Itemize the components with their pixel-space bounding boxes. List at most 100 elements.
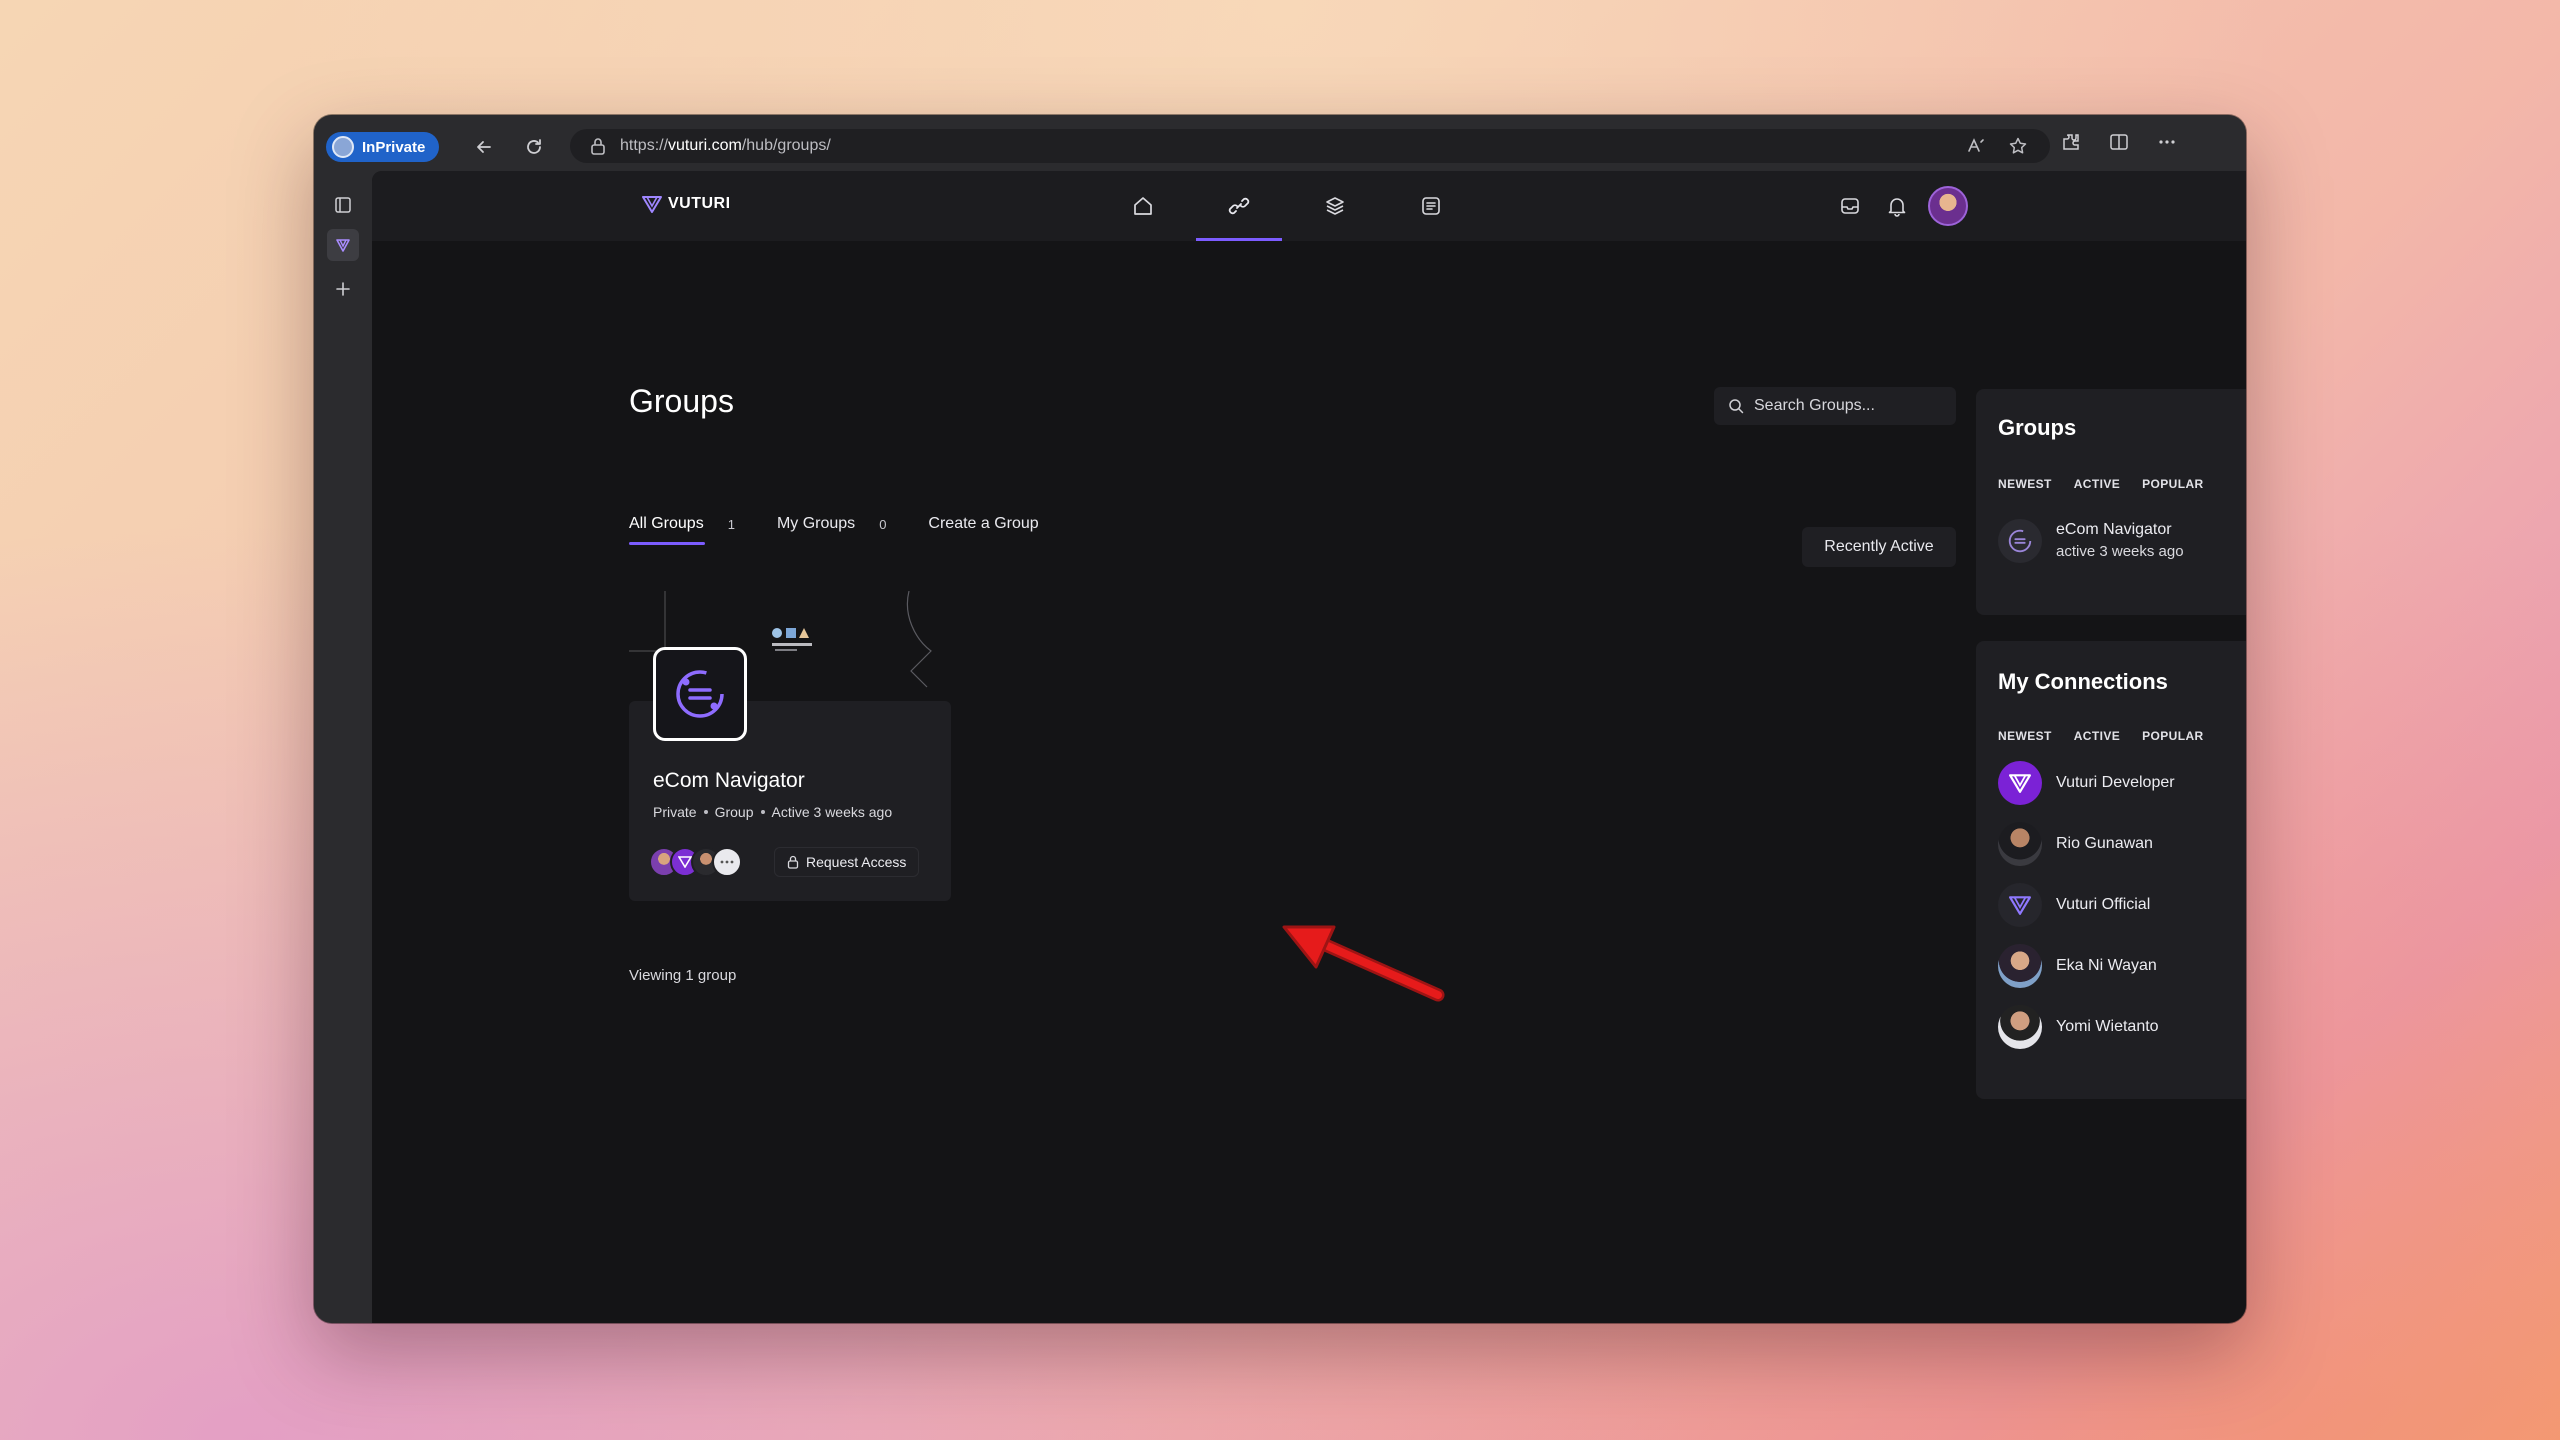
sort-label: Recently Active — [1824, 538, 1934, 555]
layers-icon — [1326, 197, 1344, 215]
tab-all-groups[interactable]: All Groups 1 — [629, 515, 735, 545]
meta-separator — [760, 810, 765, 814]
widget-tab-newest[interactable]: NEWEST — [1998, 477, 2052, 491]
connection-name: Eka Ni Wayan — [2056, 957, 2157, 974]
refresh-button[interactable] — [518, 131, 550, 163]
connection-name: Vuturi Developer — [2056, 774, 2175, 791]
group-type: Group — [714, 804, 754, 820]
lock-icon — [787, 855, 799, 869]
nav-documents[interactable] — [1388, 171, 1474, 241]
connection-avatar — [1998, 822, 2042, 866]
vuturi-favicon-icon — [336, 239, 350, 252]
notifications-button[interactable] — [1886, 171, 1908, 241]
home-icon — [1134, 197, 1152, 215]
more-options-icon[interactable] — [2156, 131, 2178, 153]
widget-tabs: NEWEST ACTIVE POPULAR — [1998, 729, 2204, 743]
user-avatar — [1928, 186, 1968, 226]
connection-item[interactable]: Eka Ni Wayan — [1998, 944, 2157, 988]
browser-actions — [2060, 131, 2178, 153]
search-input[interactable] — [1754, 397, 1944, 415]
url-text: https://vuturi.com/hub/groups/ — [620, 137, 831, 155]
url-path: /hub/groups/ — [741, 137, 831, 154]
bell-icon — [1888, 198, 1906, 217]
widget-tab-active[interactable]: ACTIVE — [2074, 729, 2120, 743]
request-access-button[interactable]: Request Access — [774, 847, 920, 877]
widget-tabs: NEWEST ACTIVE POPULAR — [1998, 477, 2204, 491]
group-activity: Active 3 weeks ago — [771, 804, 893, 820]
search-groups[interactable] — [1714, 387, 1956, 425]
vuturi-logo-icon — [678, 856, 692, 868]
group-name[interactable]: eCom Navigator — [653, 769, 805, 793]
more-members[interactable] — [712, 847, 742, 877]
plus-icon — [336, 282, 350, 296]
vertical-tabs-strip — [314, 177, 372, 1323]
tab-panel-icon — [335, 197, 351, 213]
nav-home[interactable] — [1100, 171, 1186, 241]
group-members[interactable] — [649, 847, 742, 877]
connection-item[interactable]: Vuturi Official — [1998, 883, 2150, 927]
connection-name: Yomi Wietanto — [2056, 1018, 2159, 1035]
navigator-logo-icon — [676, 670, 724, 718]
new-tab-button[interactable] — [327, 273, 359, 305]
tab-label: My Groups — [776, 515, 856, 532]
group-avatar — [1998, 519, 2042, 563]
meta-separator — [703, 810, 708, 814]
connection-item[interactable]: Yomi Wietanto — [1998, 1005, 2159, 1049]
nav-connections[interactable] — [1196, 171, 1282, 241]
inprivate-badge[interactable]: InPrivate — [326, 132, 440, 162]
url-host: vuturi.com — [668, 137, 742, 154]
document-icon — [1422, 197, 1440, 215]
site-logo[interactable]: VUTURI — [642, 195, 731, 213]
link-icon — [1228, 197, 1250, 215]
widget-tab-popular[interactable]: POPULAR — [2142, 477, 2203, 491]
request-access-label: Request Access — [806, 854, 907, 870]
favorite-star-icon[interactable] — [2008, 136, 2028, 156]
widget-group-item[interactable]: eCom Navigator active 3 weeks ago — [1998, 519, 2184, 563]
back-arrow-icon — [477, 141, 491, 153]
url-prefix: https:// — [620, 137, 669, 154]
annotation-arrow-icon — [1282, 925, 1445, 1002]
browser-toolbar: InPrivate https://vuturi.com/hub/groups/ — [314, 115, 2246, 177]
tab-count: 1 — [727, 516, 735, 532]
connection-name: Vuturi Official — [2056, 896, 2151, 913]
extensions-icon[interactable] — [2060, 131, 2082, 153]
tab-create-group[interactable]: Create a Group — [928, 515, 1038, 545]
widget-tab-newest[interactable]: NEWEST — [1998, 729, 2052, 743]
connection-avatar — [1998, 883, 2042, 927]
search-icon — [1729, 399, 1744, 414]
tab-actions-button[interactable] — [327, 189, 359, 221]
back-button[interactable] — [468, 131, 500, 163]
read-aloud-icon[interactable] — [1966, 136, 1986, 156]
messages-button[interactable] — [1839, 171, 1861, 241]
sort-dropdown[interactable]: Recently Active — [1802, 527, 1956, 567]
widget-group-name: eCom Navigator — [2056, 521, 2172, 538]
connections-widget: My Connections NEWEST ACTIVE POPULAR Vut… — [1976, 641, 2246, 1099]
browser-window: InPrivate https://vuturi.com/hub/groups/ — [314, 115, 2246, 1323]
widget-tab-active[interactable]: ACTIVE — [2074, 477, 2120, 491]
groups-tabs: All Groups 1 My Groups 0 Create a Group — [629, 515, 1081, 545]
tab-label: All Groups — [629, 515, 704, 532]
connection-item[interactable]: Vuturi Developer — [1998, 761, 2175, 805]
nav-courses[interactable] — [1292, 171, 1378, 241]
widget-title: My Connections — [1998, 669, 2168, 694]
vuturi-tab[interactable] — [327, 229, 359, 261]
site-header: VUTURI — [372, 171, 2246, 241]
group-avatar[interactable] — [653, 647, 747, 741]
address-actions — [1966, 129, 2028, 163]
split-screen-icon[interactable] — [2108, 131, 2130, 153]
tab-count: 0 — [879, 516, 887, 532]
widget-tab-popular[interactable]: POPULAR — [2142, 729, 2203, 743]
widget-title: Groups — [1998, 415, 2077, 440]
logo-text: VUTURI — [668, 195, 731, 212]
group-card[interactable]: eCom Navigator Private Group Active 3 we… — [629, 590, 951, 901]
more-dots-icon — [720, 860, 734, 864]
connection-avatar — [1998, 761, 2042, 805]
user-menu[interactable] — [1928, 171, 1968, 241]
tab-my-groups[interactable]: My Groups 0 — [777, 515, 886, 545]
connection-item[interactable]: Rio Gunawan — [1998, 822, 2153, 866]
navigator-logo-icon — [2008, 529, 2032, 553]
refresh-icon — [527, 139, 541, 154]
address-bar[interactable]: https://vuturi.com/hub/groups/ — [570, 129, 2050, 163]
vuturi-logo-icon — [2009, 774, 2031, 793]
widget-group-activity: active 3 weeks ago — [2056, 543, 2184, 560]
